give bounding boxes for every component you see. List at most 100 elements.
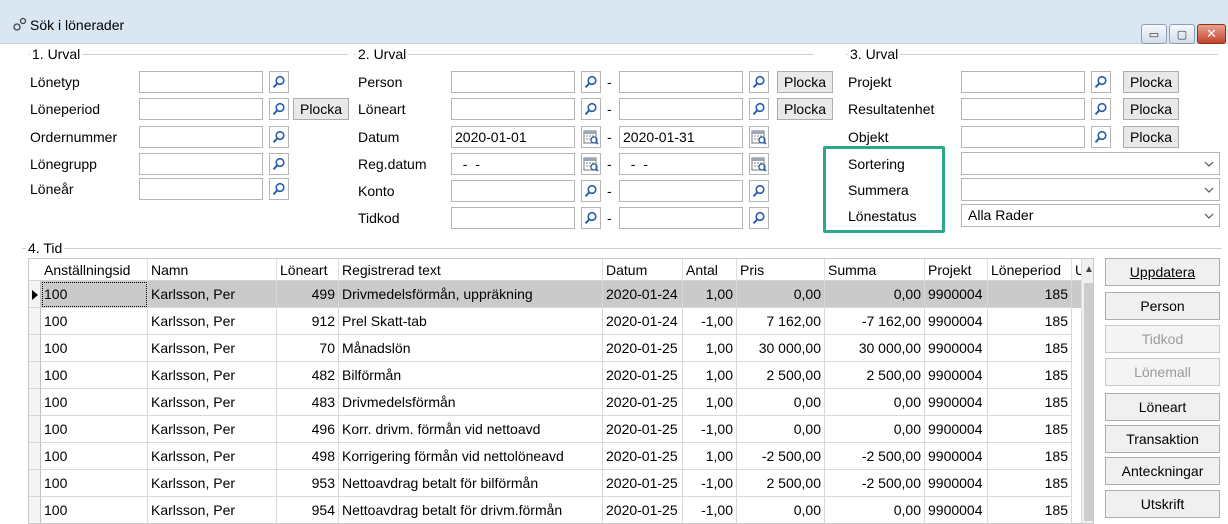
search-icon[interactable]	[1091, 126, 1111, 148]
text-cell[interactable]: Nettoavdrag betalt för bilförmån	[339, 470, 603, 497]
table-row[interactable]: 100 Karlsson, Per 912 Prel Skatt-tab 2020-01…	[29, 308, 1081, 335]
loneart-cell[interactable]: 954	[277, 497, 339, 523]
chevron-up-icon[interactable]: ▲	[1082, 261, 1093, 279]
row-selector[interactable]	[29, 335, 41, 362]
namn-cell[interactable]: Karlsson, Per	[148, 281, 277, 308]
scrollbar-thumb[interactable]	[1084, 283, 1093, 521]
vertical-scrollbar[interactable]: ▲	[1081, 259, 1093, 523]
loneart-cell[interactable]: 483	[277, 389, 339, 416]
column-header[interactable]: Antal	[683, 259, 737, 281]
calendar-icon[interactable]	[749, 126, 769, 148]
namn-cell[interactable]: Karlsson, Per	[148, 308, 277, 335]
antal-cell[interactable]: 1,00	[683, 281, 737, 308]
loneart-cell[interactable]: 482	[277, 362, 339, 389]
pris-cell[interactable]: 2 500,00	[737, 362, 825, 389]
anstallningsid-cell[interactable]: 100	[41, 497, 148, 523]
antal-cell[interactable]: 1,00	[683, 389, 737, 416]
search-icon[interactable]	[581, 98, 601, 120]
lonetyp-input[interactable]	[139, 71, 263, 93]
column-header[interactable]: Pris	[737, 259, 825, 281]
projekt-cell[interactable]: 9900004	[925, 497, 988, 523]
projekt-cell[interactable]: 9900004	[925, 443, 988, 470]
text-cell[interactable]: Korrigering förmån vid nettolöneavd	[339, 443, 603, 470]
antal-cell[interactable]: -1,00	[683, 416, 737, 443]
pris-cell[interactable]: 0,00	[737, 497, 825, 523]
konto-to-input[interactable]	[619, 180, 743, 202]
minimize-button[interactable]: ▭	[1141, 24, 1167, 44]
loneperiod-cell[interactable]: 185	[988, 362, 1072, 389]
table-row[interactable]: 100 Karlsson, Per 496 Korr. drivm. förmån v…	[29, 416, 1081, 443]
datum-cell[interactable]: 2020-01-25	[603, 470, 683, 497]
datum-cell[interactable]: 2020-01-25	[603, 416, 683, 443]
search-icon[interactable]	[581, 71, 601, 93]
projekt-plocka-button[interactable]: Plocka	[1123, 71, 1179, 93]
pris-cell[interactable]: 30 000,00	[737, 335, 825, 362]
namn-cell[interactable]: Karlsson, Per	[148, 362, 277, 389]
regdatum-from-input[interactable]: - -	[451, 153, 575, 175]
summa-cell[interactable]: 0,00	[825, 497, 925, 523]
namn-cell[interactable]: Karlsson, Per	[148, 389, 277, 416]
anstallningsid-cell[interactable]: 100	[41, 470, 148, 497]
summa-cell[interactable]: 30 000,00	[825, 335, 925, 362]
loneperiod-cell[interactable]: 185	[988, 335, 1072, 362]
search-icon[interactable]	[1091, 98, 1111, 120]
column-header[interactable]: Anställningsid	[41, 259, 148, 281]
tidkod-to-input[interactable]	[619, 207, 743, 229]
search-icon[interactable]	[749, 71, 769, 93]
person-plocka-button[interactable]: Plocka	[777, 71, 833, 93]
projekt-cell[interactable]: 9900004	[925, 416, 988, 443]
datum-from-input[interactable]: 2020-01-01	[451, 126, 575, 148]
loneart-button[interactable]: Löneart	[1105, 393, 1220, 421]
antal-cell[interactable]: 1,00	[683, 362, 737, 389]
sortering-select[interactable]	[961, 152, 1220, 175]
resultatenhet-input[interactable]	[961, 98, 1085, 120]
loneperiod-cell[interactable]: 185	[988, 281, 1072, 308]
projekt-cell[interactable]: 9900004	[925, 281, 988, 308]
text-cell[interactable]: Nettoavdrag betalt för drivm.förmån	[339, 497, 603, 523]
tidkod-button[interactable]: Tidkod	[1105, 325, 1220, 353]
pris-cell[interactable]: 0,00	[737, 389, 825, 416]
row-selector[interactable]	[29, 389, 41, 416]
row-selector[interactable]	[29, 497, 41, 523]
anstallningsid-cell[interactable]: 100	[41, 443, 148, 470]
loneperiod-cell[interactable]: 185	[988, 497, 1072, 523]
column-header[interactable]: Projekt	[925, 259, 988, 281]
table-row[interactable]: 100 Karlsson, Per 482 Bilförmån 2020-01-25 1,…	[29, 362, 1081, 389]
namn-cell[interactable]: Karlsson, Per	[148, 497, 277, 523]
person-to-input[interactable]	[619, 71, 743, 93]
text-cell[interactable]: Korr. drivm. förmån vid nettoavd	[339, 416, 603, 443]
text-cell[interactable]: Drivmedelsförmån	[339, 389, 603, 416]
text-cell[interactable]: Månadslön	[339, 335, 603, 362]
anstallningsid-cell[interactable]: 100	[41, 362, 148, 389]
objekt-input[interactable]	[961, 126, 1085, 148]
column-header[interactable]: Löneperiod	[988, 259, 1072, 281]
anteckningar-button[interactable]: Anteckningar	[1105, 457, 1220, 485]
anstallningsid-cell[interactable]: 100	[41, 335, 148, 362]
lonemall-button[interactable]: Lönemall	[1105, 358, 1220, 386]
projekt-cell[interactable]: 9900004	[925, 470, 988, 497]
row-selector[interactable]	[29, 470, 41, 497]
pris-cell[interactable]: 2 500,00	[737, 470, 825, 497]
calendar-icon[interactable]	[749, 153, 769, 175]
calendar-icon[interactable]	[581, 153, 601, 175]
datum-cell[interactable]: 2020-01-25	[603, 497, 683, 523]
search-icon[interactable]	[269, 153, 289, 175]
column-header[interactable]: Summa	[825, 259, 925, 281]
datum-cell[interactable]: 2020-01-25	[603, 443, 683, 470]
text-cell[interactable]: Drivmedelsförmån, uppräkning	[339, 281, 603, 308]
namn-cell[interactable]: Karlsson, Per	[148, 443, 277, 470]
summa-cell[interactable]: -2 500,00	[825, 443, 925, 470]
lonestatus-select[interactable]: Alla Rader	[961, 204, 1220, 227]
row-selector[interactable]	[29, 416, 41, 443]
table-row[interactable]: 100 Karlsson, Per 483 Drivmedelsförmån 2020-…	[29, 389, 1081, 416]
text-cell[interactable]: Prel Skatt-tab	[339, 308, 603, 335]
column-header[interactable]: Namn	[148, 259, 277, 281]
loneperiod-cell[interactable]: 185	[988, 389, 1072, 416]
datum-to-input[interactable]: 2020-01-31	[619, 126, 743, 148]
summa-cell[interactable]: 2 500,00	[825, 362, 925, 389]
uppdatera-button[interactable]: Uppdatera	[1105, 258, 1220, 286]
loneperiod-input[interactable]	[139, 98, 263, 120]
datum-cell[interactable]: 2020-01-25	[603, 335, 683, 362]
maximize-button[interactable]: ▢	[1169, 24, 1195, 44]
summera-select[interactable]	[961, 178, 1220, 201]
